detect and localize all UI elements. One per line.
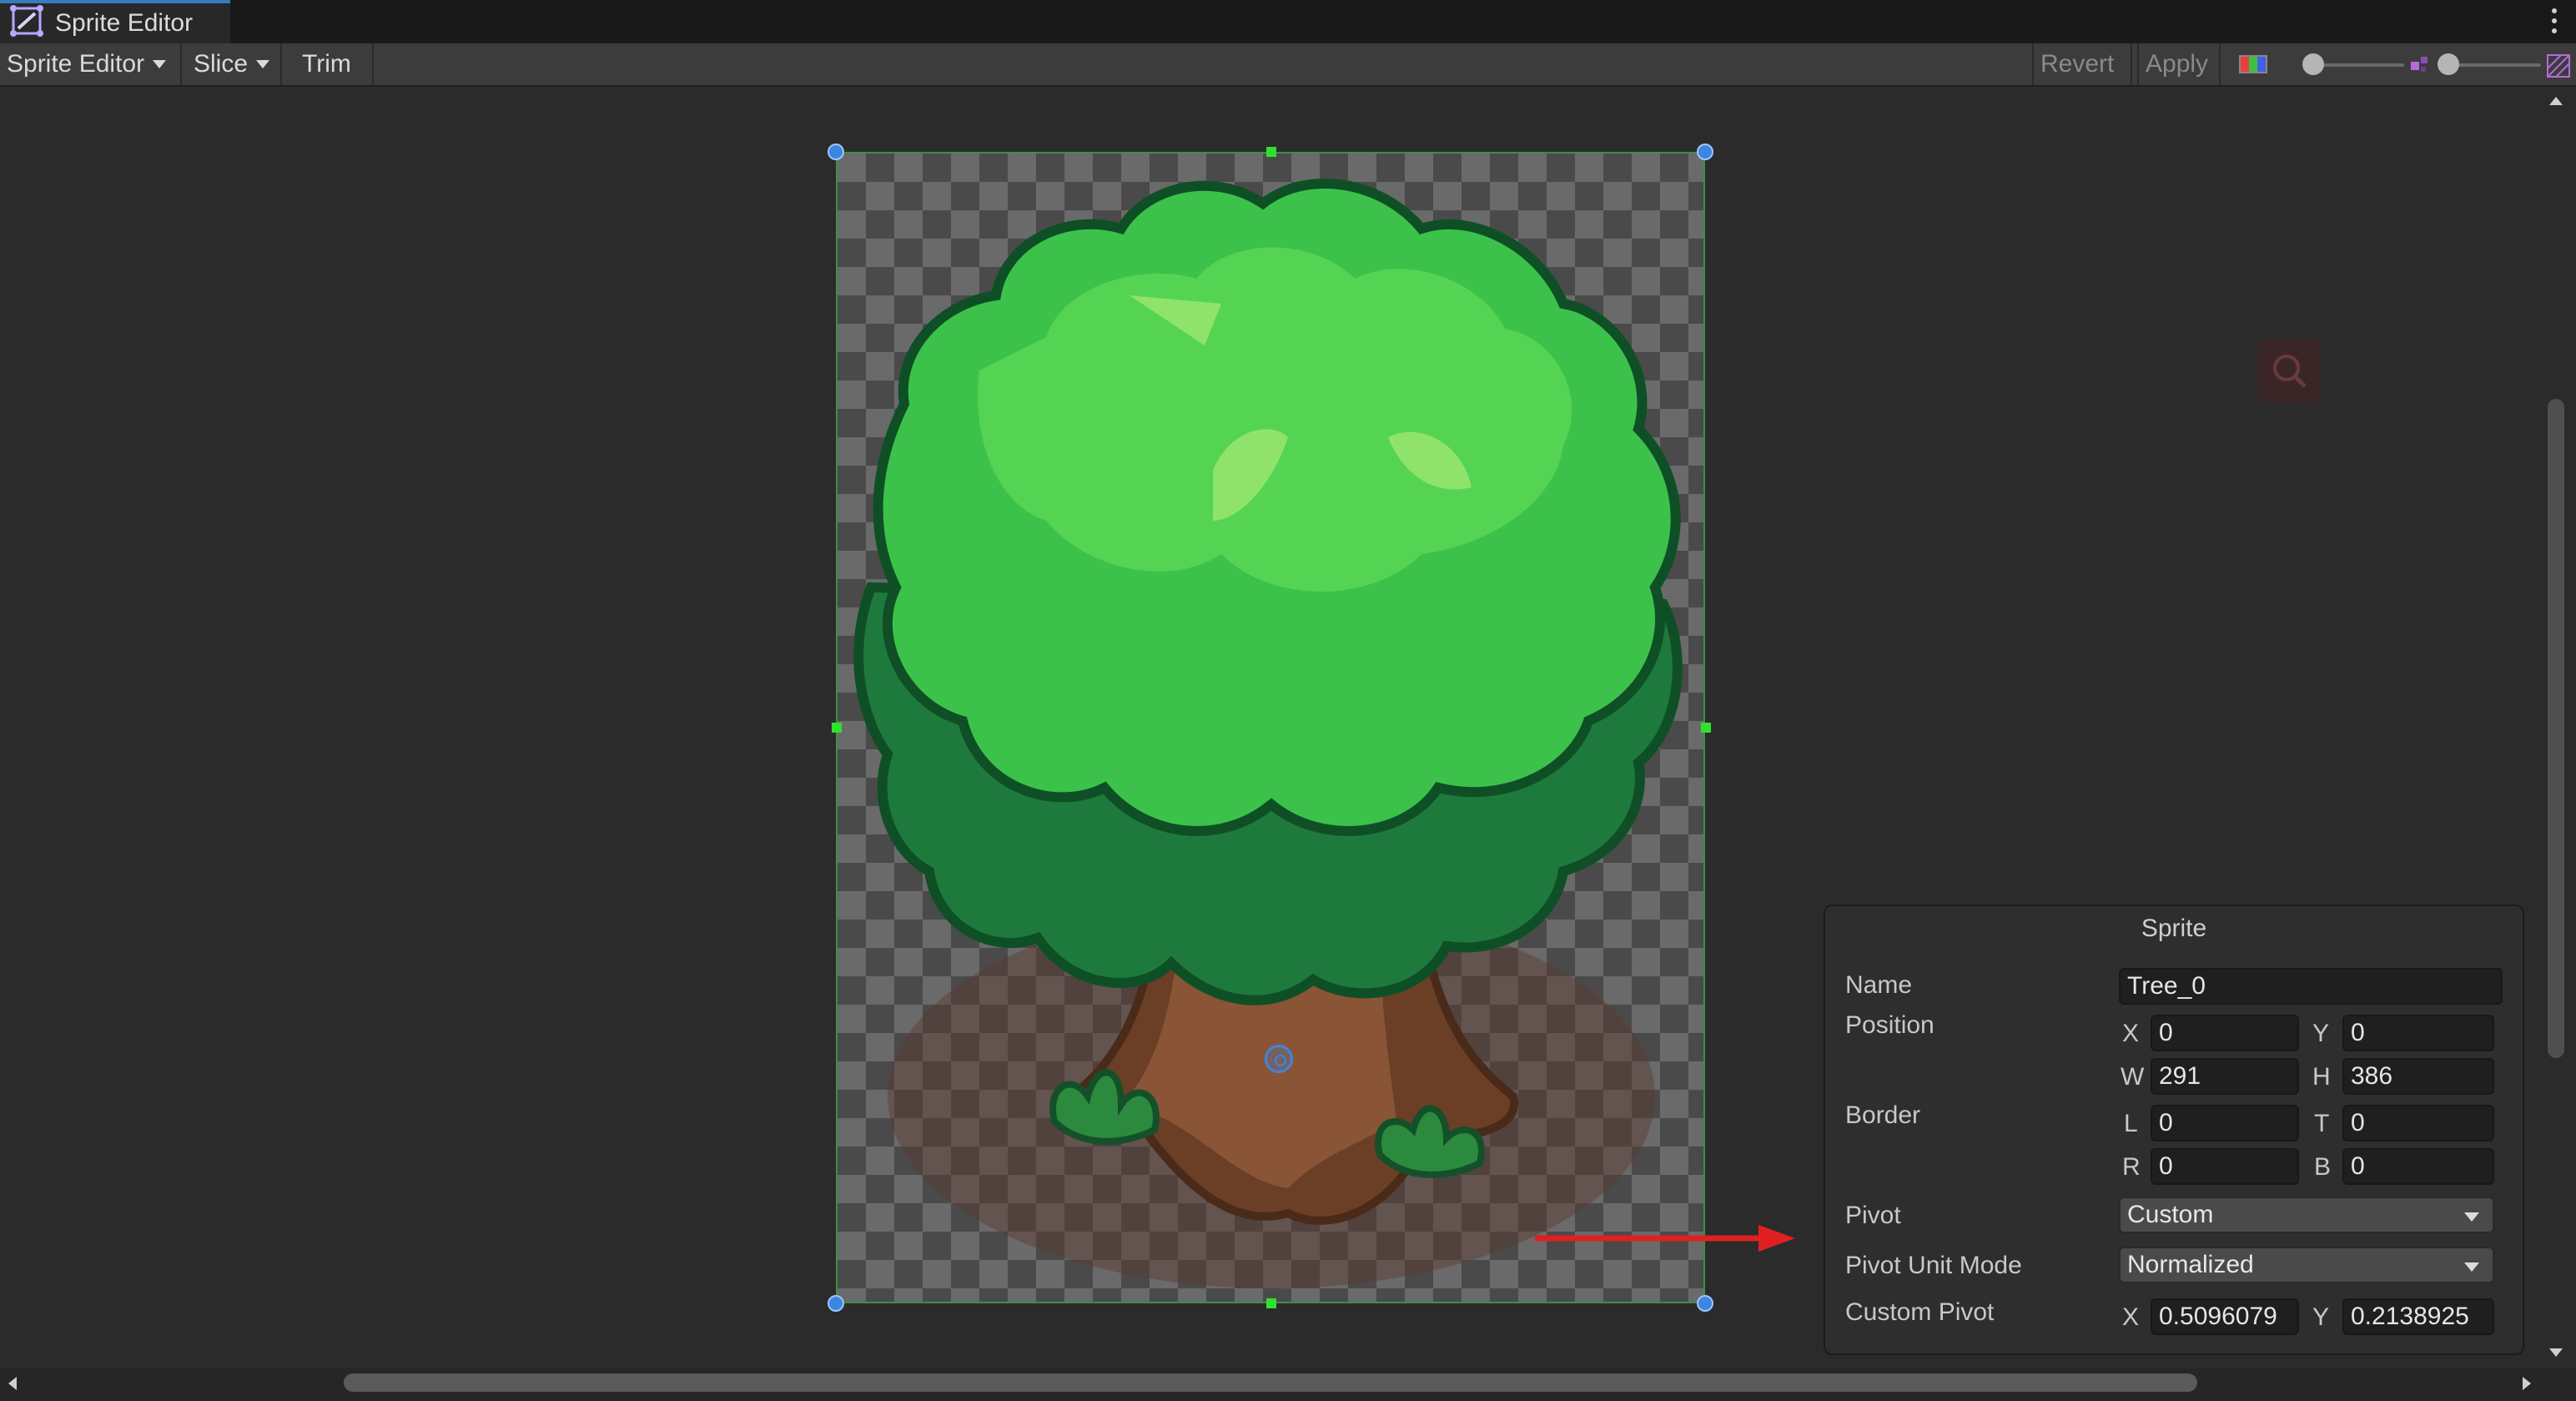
- custom-pivot-y-label: Y: [2312, 1303, 2330, 1331]
- toolbar: Sprite Editor Slice Trim Revert Apply: [0, 43, 2576, 87]
- pivot-label: Pivot: [1845, 1202, 1901, 1229]
- height-label: H: [2312, 1063, 2331, 1091]
- border-label: Border: [1845, 1101, 1921, 1129]
- position-label: Position: [1845, 1011, 1935, 1039]
- border-b-field[interactable]: 0: [2342, 1148, 2494, 1185]
- border-t-label: T: [2314, 1110, 2330, 1137]
- custom-pivot-y-field[interactable]: 0.2138925: [2342, 1298, 2494, 1335]
- height-field[interactable]: 386: [2342, 1058, 2494, 1095]
- name-field[interactable]: Tree_0: [2119, 968, 2503, 1005]
- annotation-arrow-icon: [1535, 1225, 1795, 1252]
- slice-dropdown-label: Slice: [194, 50, 249, 78]
- position-y-field[interactable]: 0: [2342, 1015, 2494, 1051]
- zoom-slider-handle[interactable]: [2302, 53, 2324, 75]
- tree-sprite-image: [853, 179, 1683, 1288]
- scroll-down-icon[interactable]: [2549, 1348, 2563, 1357]
- trim-button[interactable]: Trim: [287, 43, 374, 85]
- alpha-toggle-icon[interactable]: [2546, 53, 2571, 78]
- pivot-handle[interactable]: [1265, 1045, 1293, 1073]
- scroll-left-icon[interactable]: [8, 1377, 17, 1390]
- edge-handle-left[interactable]: [832, 723, 842, 733]
- pivot-dropdown[interactable]: Custom: [2119, 1197, 2494, 1233]
- border-r-field[interactable]: 0: [2151, 1148, 2299, 1185]
- custom-pivot-x-field[interactable]: 0.5096079: [2151, 1298, 2299, 1335]
- pivot-unit-mode-label: Pivot Unit Mode: [1845, 1252, 2022, 1279]
- edge-handle-bottom[interactable]: [1266, 1298, 1276, 1308]
- border-r-label: R: [2122, 1153, 2141, 1181]
- width-field[interactable]: 291: [2151, 1058, 2299, 1095]
- corner-handle-bottom-left[interactable]: [828, 1295, 844, 1312]
- revert-button-label: Revert: [2040, 50, 2115, 78]
- tab-title: Sprite Editor: [55, 9, 194, 37]
- position-x-label: X: [2122, 1020, 2140, 1047]
- sprite-inspector-panel: Sprite Name Tree_0 Position X 0 Y 0 W 29…: [1824, 905, 2524, 1355]
- custom-pivot-x-label: X: [2122, 1303, 2140, 1331]
- trim-button-label: Trim: [302, 50, 351, 78]
- width-label: W: [2121, 1063, 2145, 1091]
- border-t-field[interactable]: 0: [2342, 1105, 2494, 1141]
- pivot-unit-mode-value: Normalized: [2127, 1251, 2254, 1278]
- position-x-field[interactable]: 0: [2151, 1015, 2299, 1051]
- position-y-label: Y: [2312, 1020, 2330, 1047]
- chevron-down-icon: [2464, 1262, 2479, 1272]
- custom-pivot-label: Custom Pivot: [1845, 1298, 1995, 1326]
- corner-handle-bottom-right[interactable]: [1697, 1295, 1713, 1312]
- horizontal-scrollbar-thumb[interactable]: [344, 1373, 2197, 1392]
- sprite-editor-icon: [10, 4, 47, 43]
- edge-handle-top[interactable]: [1266, 147, 1276, 157]
- search-icon: [2257, 339, 2321, 402]
- vertical-scrollbar-thumb[interactable]: [2548, 399, 2564, 1058]
- chevron-down-icon: [256, 60, 270, 68]
- revert-button[interactable]: Revert: [2032, 43, 2132, 85]
- corner-handle-top-right[interactable]: [1697, 144, 1713, 160]
- window-tab-bar: Sprite Editor: [0, 0, 2576, 43]
- corner-handle-top-left[interactable]: [828, 144, 844, 160]
- border-b-label: B: [2314, 1153, 2332, 1181]
- slice-dropdown[interactable]: Slice: [187, 43, 282, 85]
- pivot-dropdown-value: Custom: [2127, 1201, 2214, 1228]
- scroll-right-icon[interactable]: [2523, 1377, 2531, 1390]
- scroll-up-icon[interactable]: [2549, 97, 2563, 105]
- chevron-down-icon: [2464, 1212, 2479, 1222]
- edge-handle-right[interactable]: [1701, 723, 1711, 733]
- chevron-down-icon: [153, 60, 167, 68]
- apply-button-label: Apply: [2146, 50, 2209, 78]
- border-l-field[interactable]: 0: [2151, 1105, 2299, 1141]
- rgb-channel-icon[interactable]: [2239, 55, 2267, 73]
- mip-slider-handle[interactable]: [2438, 53, 2459, 75]
- apply-button[interactable]: Apply: [2137, 43, 2221, 85]
- name-label: Name: [1845, 971, 1913, 999]
- pivot-unit-mode-dropdown[interactable]: Normalized: [2119, 1247, 2494, 1283]
- mode-dropdown[interactable]: Sprite Editor: [0, 43, 182, 85]
- panel-title: Sprite: [2141, 915, 2207, 942]
- sprite-rect[interactable]: [836, 152, 1705, 1303]
- tab-sprite-editor[interactable]: Sprite Editor: [0, 0, 230, 43]
- mode-dropdown-label: Sprite Editor: [7, 50, 145, 78]
- more-options-icon[interactable]: [2551, 8, 2558, 33]
- mip-level-icon: [2409, 53, 2433, 77]
- border-l-label: L: [2124, 1110, 2138, 1137]
